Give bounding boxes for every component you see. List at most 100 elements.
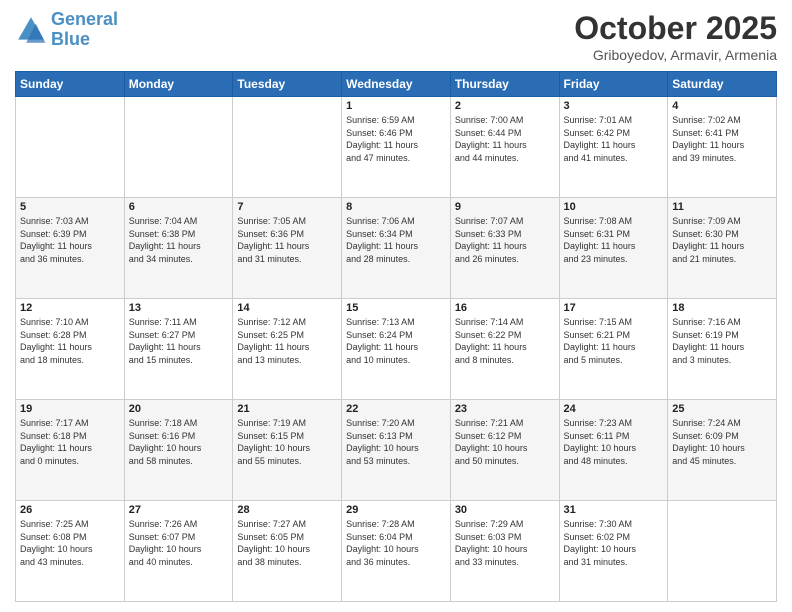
- day-info: Sunrise: 7:18 AM Sunset: 6:16 PM Dayligh…: [129, 417, 229, 467]
- calendar-cell: 8 Sunrise: 7:06 AM Sunset: 6:34 PM Daylig…: [342, 198, 451, 299]
- day-info: Sunrise: 7:14 AM Sunset: 6:22 PM Dayligh…: [455, 316, 555, 366]
- day-number: 26: [20, 504, 120, 516]
- calendar-cell: 19Sunrise: 7:17 AM Sunset: 6:18 PM Dayli…: [16, 400, 125, 501]
- calendar-cell: [668, 501, 777, 602]
- day-info: Sunrise: 7:24 AM Sunset: 6:09 PM Dayligh…: [672, 417, 772, 467]
- day-info: Sunrise: 7:20 AM Sunset: 6:13 PM Dayligh…: [346, 417, 446, 467]
- day-number: 23: [455, 403, 555, 415]
- logo-line1: General: [51, 9, 118, 29]
- calendar-cell: 25Sunrise: 7:24 AM Sunset: 6:09 PM Dayli…: [668, 400, 777, 501]
- day-info: Sunrise: 7:02 AM Sunset: 6:41 PM Dayligh…: [672, 114, 772, 164]
- day-number: 28: [237, 504, 337, 516]
- logo-icon: [15, 14, 47, 46]
- calendar-cell: 11 Sunrise: 7:09 AM Sunset: 6:30 PM Dayli…: [668, 198, 777, 299]
- logo-text: General Blue: [51, 10, 118, 50]
- day-info: Sunrise: 7:27 AM Sunset: 6:05 PM Dayligh…: [237, 518, 337, 568]
- day-info: Sunrise: 7:05 AM Sunset: 6:36 PM Dayligh…: [237, 215, 337, 265]
- calendar-cell: 15 Sunrise: 7:13 AM Sunset: 6:24 PM Dayli…: [342, 299, 451, 400]
- calendar-cell: 18 Sunrise: 7:16 AM Sunset: 6:19 PM Dayli…: [668, 299, 777, 400]
- day-header: Tuesday: [233, 72, 342, 97]
- calendar-cell: 2 Sunrise: 7:00 AM Sunset: 6:44 PM Daylig…: [450, 97, 559, 198]
- calendar-cell: 3Sunrise: 7:01 AM Sunset: 6:42 PM Daylig…: [559, 97, 668, 198]
- calendar-week: 5 Sunrise: 7:03 AM Sunset: 6:39 PM Daylig…: [16, 198, 777, 299]
- day-info: Sunrise: 7:09 AM Sunset: 6:30 PM Dayligh…: [672, 215, 772, 265]
- day-info: Sunrise: 7:07 AM Sunset: 6:33 PM Dayligh…: [455, 215, 555, 265]
- page: General Blue October 2025 Griboyedov, Ar…: [0, 0, 792, 612]
- calendar-cell: 20 Sunrise: 7:18 AM Sunset: 6:16 PM Dayli…: [124, 400, 233, 501]
- day-number: 24: [564, 403, 664, 415]
- calendar-cell: [124, 97, 233, 198]
- day-number: 5: [20, 201, 120, 213]
- day-info: Sunrise: 7:29 AM Sunset: 6:03 PM Dayligh…: [455, 518, 555, 568]
- calendar-cell: 13Sunrise: 7:11 AM Sunset: 6:27 PM Dayli…: [124, 299, 233, 400]
- day-number: 8: [346, 201, 446, 213]
- day-number: 29: [346, 504, 446, 516]
- day-number: 20: [129, 403, 229, 415]
- day-info: Sunrise: 7:25 AM Sunset: 6:08 PM Dayligh…: [20, 518, 120, 568]
- day-info: Sunrise: 7:19 AM Sunset: 6:15 PM Dayligh…: [237, 417, 337, 467]
- header: General Blue October 2025 Griboyedov, Ar…: [15, 10, 777, 63]
- day-number: 4: [672, 100, 772, 112]
- day-info: Sunrise: 7:30 AM Sunset: 6:02 PM Dayligh…: [564, 518, 664, 568]
- calendar-week: 1 Sunrise: 6:59 AM Sunset: 6:46 PM Daylig…: [16, 97, 777, 198]
- calendar-cell: 12Sunrise: 7:10 AM Sunset: 6:28 PM Dayli…: [16, 299, 125, 400]
- calendar-cell: 23Sunrise: 7:21 AM Sunset: 6:12 PM Dayli…: [450, 400, 559, 501]
- day-header: Monday: [124, 72, 233, 97]
- day-number: 9: [455, 201, 555, 213]
- day-header: Thursday: [450, 72, 559, 97]
- day-info: Sunrise: 7:13 AM Sunset: 6:24 PM Dayligh…: [346, 316, 446, 366]
- day-info: Sunrise: 7:16 AM Sunset: 6:19 PM Dayligh…: [672, 316, 772, 366]
- calendar-cell: 24Sunrise: 7:23 AM Sunset: 6:11 PM Dayli…: [559, 400, 668, 501]
- day-info: Sunrise: 7:08 AM Sunset: 6:31 PM Dayligh…: [564, 215, 664, 265]
- calendar-cell: 10 Sunrise: 7:08 AM Sunset: 6:31 PM Dayli…: [559, 198, 668, 299]
- day-number: 11: [672, 201, 772, 213]
- calendar-cell: [16, 97, 125, 198]
- day-number: 2: [455, 100, 555, 112]
- day-info: Sunrise: 6:59 AM Sunset: 6:46 PM Dayligh…: [346, 114, 446, 164]
- title-block: October 2025 Griboyedov, Armavir, Armeni…: [574, 10, 777, 63]
- day-info: Sunrise: 7:28 AM Sunset: 6:04 PM Dayligh…: [346, 518, 446, 568]
- calendar-cell: [233, 97, 342, 198]
- day-number: 17: [564, 302, 664, 314]
- day-header: Saturday: [668, 72, 777, 97]
- calendar-cell: 16Sunrise: 7:14 AM Sunset: 6:22 PM Dayli…: [450, 299, 559, 400]
- day-header: Sunday: [16, 72, 125, 97]
- calendar-cell: 9 Sunrise: 7:07 AM Sunset: 6:33 PM Daylig…: [450, 198, 559, 299]
- day-number: 19: [20, 403, 120, 415]
- calendar-cell: 29 Sunrise: 7:28 AM Sunset: 6:04 PM Dayli…: [342, 501, 451, 602]
- calendar-cell: 4 Sunrise: 7:02 AM Sunset: 6:41 PM Daylig…: [668, 97, 777, 198]
- day-info: Sunrise: 7:26 AM Sunset: 6:07 PM Dayligh…: [129, 518, 229, 568]
- day-info: Sunrise: 7:00 AM Sunset: 6:44 PM Dayligh…: [455, 114, 555, 164]
- logo-line2: Blue: [51, 29, 90, 49]
- day-info: Sunrise: 7:01 AM Sunset: 6:42 PM Dayligh…: [564, 114, 664, 164]
- location: Griboyedov, Armavir, Armenia: [574, 47, 777, 63]
- day-info: Sunrise: 7:03 AM Sunset: 6:39 PM Dayligh…: [20, 215, 120, 265]
- calendar-cell: 27Sunrise: 7:26 AM Sunset: 6:07 PM Dayli…: [124, 501, 233, 602]
- calendar-week: 26 Sunrise: 7:25 AM Sunset: 6:08 PM Dayli…: [16, 501, 777, 602]
- calendar-week: 19Sunrise: 7:17 AM Sunset: 6:18 PM Dayli…: [16, 400, 777, 501]
- day-info: Sunrise: 7:06 AM Sunset: 6:34 PM Dayligh…: [346, 215, 446, 265]
- calendar: SundayMondayTuesdayWednesdayThursdayFrid…: [15, 71, 777, 602]
- month-title: October 2025: [574, 10, 777, 47]
- day-number: 15: [346, 302, 446, 314]
- calendar-cell: 28 Sunrise: 7:27 AM Sunset: 6:05 PM Dayli…: [233, 501, 342, 602]
- day-header: Wednesday: [342, 72, 451, 97]
- calendar-cell: 14Sunrise: 7:12 AM Sunset: 6:25 PM Dayli…: [233, 299, 342, 400]
- calendar-cell: 30Sunrise: 7:29 AM Sunset: 6:03 PM Dayli…: [450, 501, 559, 602]
- day-header: Friday: [559, 72, 668, 97]
- day-info: Sunrise: 7:15 AM Sunset: 6:21 PM Dayligh…: [564, 316, 664, 366]
- day-number: 22: [346, 403, 446, 415]
- calendar-cell: 22 Sunrise: 7:20 AM Sunset: 6:13 PM Dayli…: [342, 400, 451, 501]
- calendar-cell: 21Sunrise: 7:19 AM Sunset: 6:15 PM Dayli…: [233, 400, 342, 501]
- day-number: 31: [564, 504, 664, 516]
- day-number: 13: [129, 302, 229, 314]
- day-number: 7: [237, 201, 337, 213]
- day-number: 14: [237, 302, 337, 314]
- day-number: 1: [346, 100, 446, 112]
- day-number: 10: [564, 201, 664, 213]
- calendar-cell: 31 Sunrise: 7:30 AM Sunset: 6:02 PM Dayli…: [559, 501, 668, 602]
- day-number: 18: [672, 302, 772, 314]
- calendar-cell: 26 Sunrise: 7:25 AM Sunset: 6:08 PM Dayli…: [16, 501, 125, 602]
- day-number: 12: [20, 302, 120, 314]
- calendar-cell: 1 Sunrise: 6:59 AM Sunset: 6:46 PM Daylig…: [342, 97, 451, 198]
